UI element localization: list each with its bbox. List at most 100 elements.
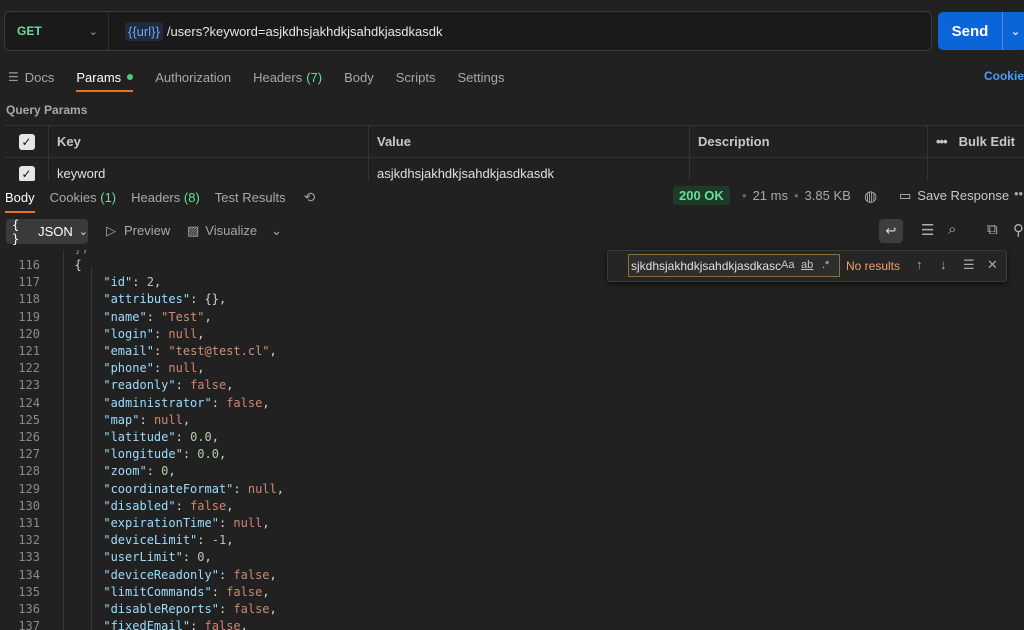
tab-params[interactable]: Params — [76, 62, 134, 92]
line-number: 129 — [18, 481, 40, 496]
whole-word-toggle[interactable]: ab — [801, 259, 813, 271]
json-colon: : — [175, 498, 191, 513]
cookies-count: (1) — [100, 189, 117, 205]
close-icon[interactable]: ✕ — [987, 257, 998, 273]
tab-docs[interactable]: ☰ Docs — [8, 62, 54, 92]
json-value: null — [168, 326, 198, 341]
response-tab-headers[interactable]: Headers (8) — [131, 182, 200, 212]
col-value: Value — [369, 126, 690, 157]
json-key: "map" — [103, 412, 140, 427]
send-label: Send — [951, 22, 989, 40]
json-comma: , — [269, 567, 277, 582]
response-tab-cookies[interactable]: Cookies (1) — [50, 182, 116, 212]
arrow-down-icon[interactable]: ↓ — [940, 257, 947, 272]
json-colon: : — [211, 395, 227, 410]
line-number: 130 — [18, 498, 40, 513]
url-input[interactable]: {{url}}/users?keyword=asjkdhsjakhdkjsahd… — [109, 21, 443, 41]
save-response-label: Save Response — [917, 188, 1010, 203]
globe-icon[interactable]: ◍ — [864, 187, 877, 205]
url-path: /users?keyword=asjkdhsjakhdkjsahdkjasdka… — [166, 23, 443, 39]
response-code-viewer[interactable]: }, 116 {117 "id": 2, 118 "attributes": {}… — [0, 250, 1024, 630]
json-colon: : — [211, 584, 227, 599]
response-metrics: • 21 ms • 3.85 KB — [736, 188, 851, 203]
search-icon[interactable]: ⌕ — [948, 221, 956, 238]
tab-docs-label: Docs — [24, 69, 55, 85]
tab-authorization[interactable]: Authorization — [155, 62, 231, 92]
bulk-edit-button[interactable]: ••• Bulk Edit — [928, 126, 1024, 157]
col-key: Key — [49, 126, 369, 157]
find-in-selection-icon[interactable]: ☰ — [963, 257, 975, 273]
code-line: "readonly": false, — [60, 378, 233, 392]
json-value: false — [190, 378, 227, 393]
save-response-button[interactable]: ▭ Save Response — [899, 188, 1009, 204]
json-value: "Test" — [161, 309, 205, 324]
code-line: "phone": null, — [60, 361, 204, 376]
json-key: "userLimit" — [103, 550, 183, 565]
chevron-down-icon[interactable]: ⌄ — [1002, 12, 1024, 50]
more-options-icon[interactable]: •• — [1014, 186, 1023, 201]
format-select[interactable]: { } JSON ⌄ — [6, 218, 88, 246]
code-line: "longitude": 0.0, — [60, 447, 226, 461]
line-number: 132 — [18, 533, 40, 548]
json-comma: , — [262, 584, 270, 599]
method-select[interactable]: GET ⌄ — [5, 12, 109, 50]
json-key: "email" — [103, 344, 154, 358]
code-line: "coordinateFormat": null, — [60, 482, 284, 496]
status-badge[interactable]: 200 OK — [673, 186, 730, 205]
json-comma: , — [218, 292, 227, 307]
play-icon: ▷ — [106, 223, 116, 238]
separator-dot: • — [742, 188, 747, 203]
json-comma: , — [276, 481, 284, 496]
visualize-button[interactable]: ▨ Visualize — [187, 223, 257, 239]
preview-label: Preview — [124, 223, 171, 238]
response-tab-body[interactable]: Body — [5, 182, 35, 213]
response-toolbar: { } JSON ⌄ ▷ Preview ▨ Visualize ⌄ ↩ ☰ ⌕ ⧉ ⚲ — [0, 217, 1024, 247]
wrap-lines-icon[interactable]: ↩ — [879, 219, 903, 243]
json-colon: : — [233, 481, 248, 496]
copy-icon[interactable]: ⧉ — [987, 221, 998, 238]
history-icon[interactable]: ⟲ — [304, 189, 316, 206]
code-line: "map": null, — [60, 413, 190, 427]
select-all-checkbox[interactable]: ✓ — [5, 126, 49, 157]
response-time[interactable]: 21 ms — [753, 188, 788, 203]
json-value: 0 — [197, 550, 205, 565]
response-headers-count: (8) — [183, 189, 200, 205]
match-case-toggle[interactable]: Aa — [781, 259, 794, 271]
send-button[interactable]: Send ⌄ — [938, 12, 1024, 50]
json-value: null — [168, 361, 198, 376]
code-line: "login": null, — [60, 326, 205, 341]
tab-settings[interactable]: Settings — [457, 62, 504, 92]
chevron-down-icon: ⌄ — [78, 226, 88, 238]
separator-dot: • — [793, 188, 799, 203]
line-number: 119 — [18, 309, 40, 324]
json-comma: , — [226, 533, 234, 548]
filter-icon[interactable]: ☰ — [921, 221, 934, 239]
response-tab-test-results[interactable]: Test Results — [215, 182, 286, 212]
json-comma: , — [262, 516, 270, 530]
arrow-up-icon[interactable]: ↑ — [916, 257, 923, 272]
json-colon: : — [153, 361, 169, 376]
preview-button[interactable]: ▷ Preview — [106, 223, 170, 239]
tab-body[interactable]: Body — [344, 62, 374, 92]
tab-scripts[interactable]: Scripts — [396, 62, 436, 92]
link-icon[interactable]: ⚲ — [1013, 221, 1024, 239]
json-comma: , — [269, 602, 277, 616]
tab-headers[interactable]: Headers (7) — [253, 62, 322, 92]
line-number: 120 — [18, 326, 40, 341]
json-value: false — [226, 395, 263, 410]
json-key: "administrator" — [103, 395, 212, 410]
cookies-link[interactable]: Cookie — [984, 69, 1024, 83]
save-icon: ▭ — [899, 188, 912, 203]
chevron-down-icon[interactable]: ⌄ — [271, 223, 282, 239]
json-value: null — [247, 481, 277, 496]
json-key: "readonly" — [103, 378, 176, 393]
json-comma: , — [197, 326, 205, 341]
json-value: {} — [204, 292, 219, 307]
json-colon: : — [153, 344, 169, 358]
json-value: null — [153, 412, 183, 427]
json-colon: : — [146, 464, 162, 479]
regex-toggle[interactable]: .* — [822, 259, 829, 271]
line-number: 126 — [18, 430, 40, 444]
response-size[interactable]: 3.85 KB — [805, 188, 851, 203]
json-comma: , — [269, 344, 277, 358]
